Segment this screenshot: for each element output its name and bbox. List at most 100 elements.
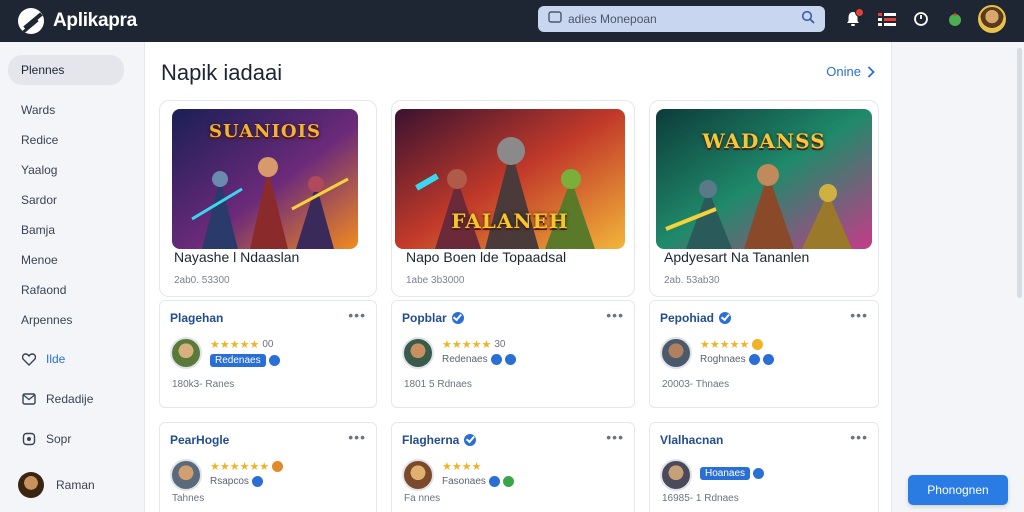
badge-icon [752,339,764,350]
more-options-icon[interactable]: ••• [348,307,366,323]
more-options-icon[interactable]: ••• [348,429,366,445]
sidebar-item-label: Redice [21,133,59,147]
chevron-right-icon [867,65,875,78]
scrollbar[interactable] [1017,48,1022,298]
game-meta: 2ab. 53ab30 [664,275,720,286]
top-bar: Aplikapra [0,0,1024,42]
publisher-avatar [170,337,202,369]
user-avatar[interactable] [978,5,1006,33]
sidebar: Plennes Wards Redice Yaalog Sardor Bamja… [0,42,142,512]
avatar [18,472,44,498]
sidebar-item-label: Plennes [21,63,65,77]
stars-text: ★★★★ [442,461,482,473]
sidebar-item-sardor[interactable]: Sardor [8,185,124,215]
badge-icon [251,476,263,487]
publisher-badge: Fasonaes [442,476,486,487]
sidebar-item-label: Bamja [21,223,56,237]
game-name: Nayashe l Ndaaslan [174,249,300,265]
sidebar-item-label: Redadije [46,392,94,406]
sidebar-item-sopr[interactable]: Sopr [8,424,124,454]
publisher-name[interactable]: Plagehan [170,311,223,325]
publisher-name[interactable]: Vlalhacnan [660,433,723,447]
sidebar-item-label: Wards [21,103,56,117]
sidebar-item-label: Yaalog [21,163,58,177]
publisher-avatar [170,459,202,491]
publisher-card[interactable]: PearHogle ••• ★★★★★★ Rsapcos Tahnes [159,422,377,512]
game-name: Napo Boen lde Topaadsal [406,249,567,265]
badge-icon [762,354,774,365]
publisher-badge: Hoanaes [700,467,751,480]
rating-stars: ★★★★★ 30 [442,338,505,351]
sidebar-item-menoe[interactable]: Menoe [8,245,124,275]
app-logo[interactable]: Aplikapra [18,8,137,34]
sidebar-item-plennes[interactable]: Plennes [8,55,124,85]
sidebar-user-name: Raman [56,478,95,492]
game-thumbnail[interactable]: SUANIOIS [172,109,358,249]
more-options-icon[interactable]: ••• [850,429,868,445]
publisher-badge: Roghnaes [700,354,746,365]
sidebar-item-label: Ilde [46,352,66,366]
game-meta: 1abe 3b3000 [406,275,465,286]
game-card[interactable]: SUANIOIS Nayashe l Ndaaslan 2ab0. 53300 [159,100,377,297]
search-field-icon [548,10,562,29]
publisher-card[interactable]: Vlalhacnan ••• Hoanaes 16985- 1 Rdnaes [649,422,879,512]
game-thumbnail[interactable]: FALANEH [395,109,625,249]
sidebar-item-yaalog[interactable]: Yaalog [8,155,124,185]
game-thumbnail-title: WADANSS [702,129,826,153]
publisher-card[interactable]: Popblar ••• ★★★★★ 30 Redenaes 1801 5 Rdna… [391,300,635,408]
game-card[interactable]: FALANEH Napo Boen lde Topaadsal 1abe 3b3… [391,100,635,297]
publisher-card[interactable]: Plagehan ••• ★★★★★ 00 Redenaes 180k3- Ran… [159,300,377,408]
logo-icon [18,8,44,34]
badge-icon [490,354,502,365]
achievements-icon[interactable] [944,8,966,30]
heart-icon [21,351,37,367]
publisher-stat: Tahnes [172,493,205,504]
shop-icon [21,431,37,447]
publisher-name-text: Flagherna [402,433,460,447]
more-options-icon[interactable]: ••• [850,307,868,323]
publisher-card[interactable]: Pepohiad ••• ★★★★★ Roghnaes 20003- Thnae… [649,300,879,408]
sidebar-item-redadije[interactable]: Redadije [8,384,124,414]
publisher-badge: Rsapcos [210,476,249,487]
rating-stars: ★★★★★ 00 [210,338,273,351]
sidebar-item-rafaond[interactable]: Rafaond [8,275,124,305]
game-meta: 2ab0. 53300 [174,275,230,286]
primary-action-button[interactable]: Phonognen [908,475,1008,505]
rating-stars: ★★★★★ [700,338,764,351]
sidebar-item-ilde[interactable]: Ilde [8,344,124,374]
publisher-name[interactable]: PearHogle [170,433,229,447]
game-card[interactable]: WADANSS Apdyesart Na Tananlen 2ab. 53ab3… [649,100,879,297]
mail-icon [21,391,37,407]
stars-text: ★★★★★★ [210,461,270,473]
publisher-name[interactable]: Flagherna [402,433,477,447]
search-bar[interactable] [538,6,825,32]
notification-dot [855,8,864,17]
publisher-stat: 1801 5 Rdnaes [404,379,472,390]
notifications-icon[interactable] [842,8,864,30]
sidebar-user[interactable]: Raman [8,470,124,500]
sidebar-item-wards[interactable]: Wards [8,95,124,125]
online-link[interactable]: Onine [826,64,875,79]
rating-stars: ★★★★★★ [210,460,284,473]
stars-text: ★★★★★ [210,339,260,351]
publisher-stat: 16985- 1 Rdnaes [662,493,739,504]
verified-icon [464,434,477,446]
publisher-name[interactable]: Popblar [402,311,464,325]
publisher-name[interactable]: Pepohiad [660,311,732,325]
more-options-icon[interactable]: ••• [606,429,624,445]
sidebar-item-redice[interactable]: Redice [8,125,124,155]
rating-number: 30 [494,339,506,350]
badge-icon [504,354,516,365]
search-icon[interactable] [801,10,815,29]
publisher-avatar [402,337,434,369]
publisher-card[interactable]: Flagherna ••• ★★★★ Fasonaes Fa nnes [391,422,635,512]
status-icon[interactable] [910,8,932,30]
publisher-name-text: Popblar [402,311,447,325]
badge-row: Roghnaes [700,354,774,365]
game-thumbnail[interactable]: WADANSS [656,109,872,249]
apps-grid-icon[interactable] [876,8,898,30]
sidebar-item-arpennes[interactable]: Arpennes [8,305,124,335]
sidebar-item-bamja[interactable]: Bamja [8,215,124,245]
search-input[interactable] [568,12,801,26]
more-options-icon[interactable]: ••• [606,307,624,323]
